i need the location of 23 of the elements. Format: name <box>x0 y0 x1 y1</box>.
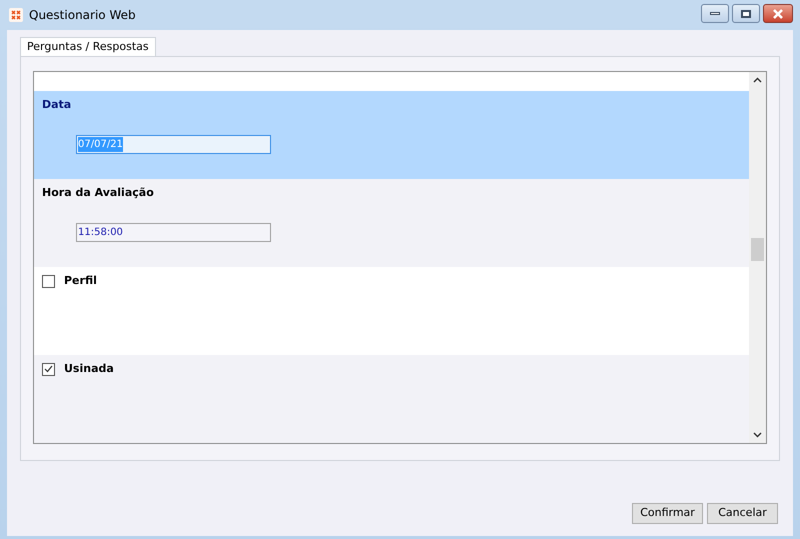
scrollbar[interactable] <box>749 72 766 443</box>
app-icon <box>9 8 23 22</box>
question-label: Data <box>42 97 72 113</box>
checkbox[interactable] <box>42 274 55 288</box>
dialog-button[interactable]: Confirmar <box>632 503 703 524</box>
close-icon <box>772 8 784 18</box>
close-button[interactable] <box>763 4 793 23</box>
question-label: Hora da Avaliação <box>42 185 155 201</box>
scroll-up-icon[interactable] <box>753 77 762 83</box>
maximize-button[interactable] <box>732 4 760 23</box>
question-row[interactable]: Hora da Avaliação 11:58:00 <box>34 179 749 267</box>
dialog-button[interactable]: Cancelar <box>707 503 778 524</box>
question-row[interactable]: Data 07/07/21 <box>34 91 749 179</box>
scroll-down-icon[interactable] <box>753 432 762 438</box>
checkbox-label: Perfil <box>64 273 97 289</box>
minimize-button[interactable] <box>701 4 729 23</box>
window-title: Questionario Web <box>29 7 136 24</box>
checkbox[interactable] <box>42 362 55 376</box>
input-field[interactable]: 11:58:00 <box>76 222 271 242</box>
checkbox-label: Usinada <box>64 361 114 377</box>
tab[interactable]: Perguntas / Respostas <box>20 37 156 57</box>
scroll-thumb[interactable] <box>751 238 764 261</box>
question-row[interactable]: Usinada <box>34 355 749 443</box>
